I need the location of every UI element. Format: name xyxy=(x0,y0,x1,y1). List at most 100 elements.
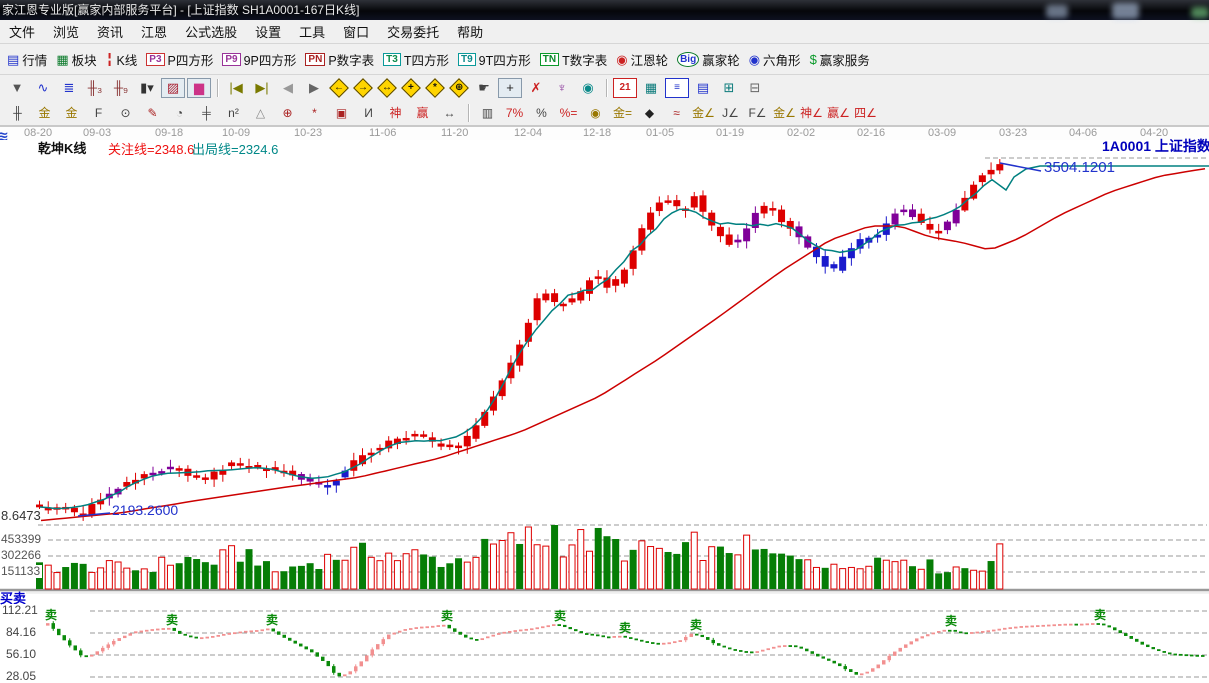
spiral-ruler-icon[interactable]: ⊙ xyxy=(113,102,138,124)
wave-mark-icon[interactable]: И xyxy=(356,102,381,124)
j-angle-icon[interactable]: J∠ xyxy=(718,102,743,124)
chart-dropdown-icon[interactable]: ▼ xyxy=(5,78,29,98)
menu-item-9[interactable]: 帮助 xyxy=(448,22,492,41)
time-ruler-icon[interactable]: ╫ xyxy=(5,102,30,124)
signal-tick: 56.10 xyxy=(6,648,38,661)
kline-3-icon[interactable]: ╫₃ xyxy=(83,78,107,98)
menu-item-3[interactable]: 江恩 xyxy=(132,22,176,41)
menu-item-6[interactable]: 工具 xyxy=(290,22,334,41)
page-next-icon[interactable]: ▶ xyxy=(302,78,326,98)
ying-tool-icon[interactable]: 赢 xyxy=(410,102,435,124)
diamond-star-icon[interactable]: * xyxy=(425,78,445,98)
gold-circle-icon[interactable]: ◉ xyxy=(583,102,608,124)
menu-item-8[interactable]: 交易委托 xyxy=(378,22,448,41)
shen-tool-icon[interactable]: 神 xyxy=(383,102,408,124)
ying-angle-icon[interactable]: 赢∠ xyxy=(826,102,851,124)
save-icon[interactable]: ▤ xyxy=(691,78,715,98)
toolbar-separator xyxy=(606,79,607,97)
chart-area[interactable]: 乾坤K线 关注线=2348.6 出局线=2324.6 1A0001 上证指数 3… xyxy=(0,140,1209,683)
gold-line-icon[interactable]: 金= xyxy=(610,102,635,124)
fib-ruler-icon[interactable]: F xyxy=(86,102,111,124)
wave-angle-icon[interactable]: ≈ xyxy=(664,102,689,124)
toolbar-hexagon[interactable]: ◉六角形 xyxy=(745,48,806,71)
seven-percent-icon[interactable]: 7% xyxy=(502,102,527,124)
toolbar-9t-square[interactable]: T99T四方形 xyxy=(454,48,536,71)
ray-burst-icon[interactable]: * xyxy=(302,102,327,124)
percent-icon[interactable]: % xyxy=(529,102,554,124)
kline-icon: ╏ xyxy=(106,53,114,66)
circle-ruler-icon[interactable]: ◔ xyxy=(167,102,192,124)
shen-angle-icon[interactable]: 神∠ xyxy=(799,102,824,124)
histogram-tool-icon[interactable]: ▆ xyxy=(187,78,211,98)
crosshair-tool-icon[interactable]: + xyxy=(498,78,522,98)
n-square-icon[interactable]: n² xyxy=(221,102,246,124)
sectors-label: 板块 xyxy=(72,50,97,69)
candle-style-icon[interactable]: ▮▾ xyxy=(135,78,159,98)
pattern-tool-icon[interactable]: ▨ xyxy=(161,78,185,98)
zigzag-tool-icon[interactable]: ∿ xyxy=(31,78,55,98)
toolbar-p-square[interactable]: P3P四方形 xyxy=(142,48,218,71)
toolbar-9p-square[interactable]: P9 9P四方形 xyxy=(218,48,301,71)
info-panel-icon[interactable]: ≣ xyxy=(57,78,81,98)
gold-ruler-a-icon[interactable]: 金 xyxy=(32,102,57,124)
diamond-expand-icon[interactable]: ↔ xyxy=(377,78,397,98)
pan-hand-icon[interactable]: ☛ xyxy=(472,78,496,98)
print-icon[interactable]: ⊟ xyxy=(743,78,767,98)
9t-square-icon: T9 xyxy=(458,53,476,66)
span-ruler-icon[interactable]: ↔ xyxy=(437,102,462,124)
target-cross-icon[interactable]: ⊕ xyxy=(275,102,300,124)
start-low-label: 2193.2600 xyxy=(112,503,178,518)
diamond-right-icon[interactable]: → xyxy=(353,78,373,98)
9t-square-label: 9T四方形 xyxy=(479,50,531,69)
four-angle-icon[interactable]: 四∠ xyxy=(853,102,878,124)
date-tick: 02-16 xyxy=(857,127,885,139)
ma-fast-line xyxy=(40,166,1209,509)
diamond-left-icon[interactable]: ← xyxy=(329,78,349,98)
menu-item-4[interactable]: 公式选股 xyxy=(176,22,246,41)
diamond-compress-icon[interactable]: + xyxy=(401,78,421,98)
toolbar-sectors[interactable]: ▦板块 xyxy=(52,48,101,71)
sell-signal-marker: 卖 xyxy=(690,616,702,633)
9p-square-icon: P9 xyxy=(222,53,240,66)
toolbar-quote[interactable]: ▤行情 xyxy=(3,48,52,71)
diamond-center-icon[interactable]: ⊕ xyxy=(449,78,469,98)
erase-tool-icon[interactable]: ✗ xyxy=(524,78,548,98)
cloud-tool-icon[interactable]: ◉ xyxy=(576,78,600,98)
t-square-label: T四方形 xyxy=(404,50,449,69)
toolbar-gann-wheel[interactable]: ◉江恩轮 xyxy=(612,48,673,71)
gold-ruler-b-icon[interactable]: 金 xyxy=(59,102,84,124)
toolbar-p-number-table[interactable]: PNP数字表 xyxy=(301,48,379,71)
toolbar-t-number-table[interactable]: TNT数字表 xyxy=(536,48,612,71)
calculator-icon[interactable]: ▦ xyxy=(639,78,663,98)
goto-last-icon[interactable]: ▶| xyxy=(250,78,274,98)
menu-item-0[interactable]: 文件 xyxy=(0,22,44,41)
gann-shape-tool-icon[interactable]: ♆ xyxy=(550,78,574,98)
grid-box-icon[interactable]: ▣ xyxy=(329,102,354,124)
menu-item-7[interactable]: 窗口 xyxy=(334,22,378,41)
gold-angle-a-icon[interactable]: 金∠ xyxy=(691,102,716,124)
flag-tool-icon[interactable]: ◆ xyxy=(637,102,662,124)
menu-item-2[interactable]: 资讯 xyxy=(88,22,132,41)
percent-line-icon[interactable]: %= xyxy=(556,102,581,124)
kline-9-icon[interactable]: ╫₉ xyxy=(109,78,133,98)
toolbar-t-square[interactable]: T3T四方形 xyxy=(379,48,454,71)
goto-first-icon[interactable]: |◀ xyxy=(224,78,248,98)
calendar-icon[interactable]: 21 xyxy=(613,78,637,98)
notes-icon[interactable]: ≡ xyxy=(665,78,689,98)
9p-square-label: 9P四方形 xyxy=(244,50,297,69)
mirror-angle-icon[interactable]: △ xyxy=(248,102,273,124)
toolbar-winner-wheel[interactable]: Big赢家轮 xyxy=(673,48,745,71)
brush-tool-icon[interactable]: ✎ xyxy=(140,102,165,124)
gold-angle-b-icon[interactable]: 金∠ xyxy=(772,102,797,124)
menu-item-1[interactable]: 浏览 xyxy=(44,22,88,41)
kline-chart-canvas[interactable] xyxy=(0,140,1209,683)
menu-item-5[interactable]: 设置 xyxy=(246,22,290,41)
toolbar-winner-service[interactable]: $赢家服务 xyxy=(806,48,875,71)
f-angle-icon[interactable]: F∠ xyxy=(745,102,770,124)
measure-panel-icon[interactable]: ▥ xyxy=(475,102,500,124)
page-prev-icon[interactable]: ◀ xyxy=(276,78,300,98)
tally-ruler-icon[interactable]: ╪ xyxy=(194,102,219,124)
toolbar-kline[interactable]: ╏K线 xyxy=(102,48,143,71)
web-export-icon[interactable]: ⊞ xyxy=(717,78,741,98)
signal-tick: 28.05 xyxy=(6,670,38,683)
